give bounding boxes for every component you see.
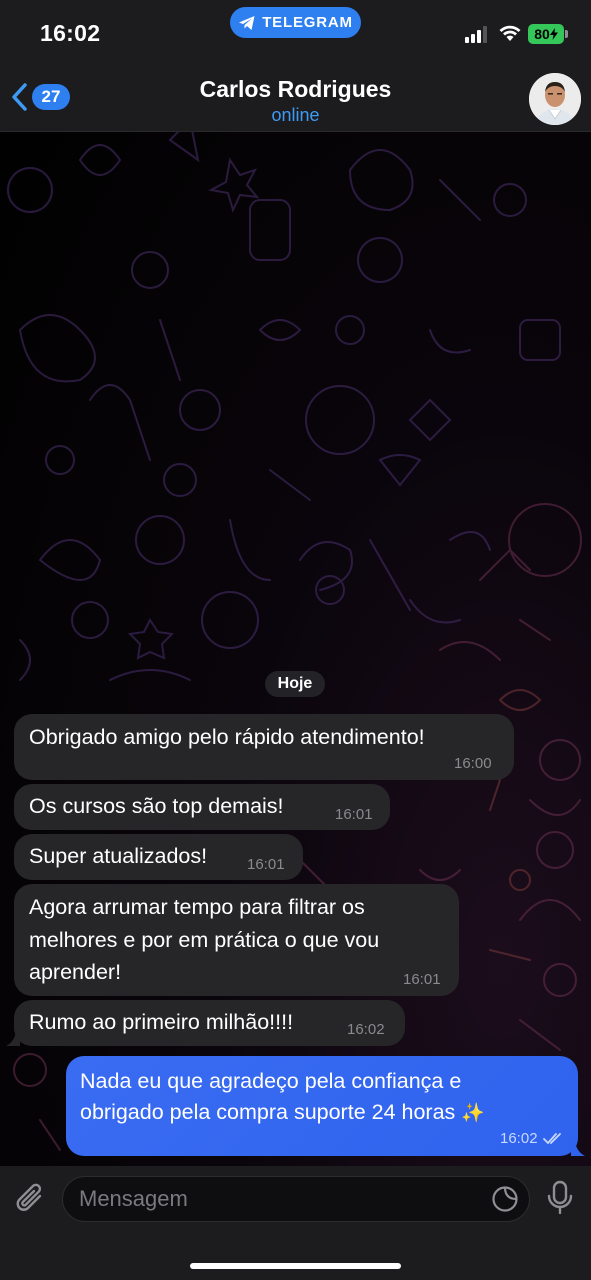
message-text-line: aprender! bbox=[29, 960, 122, 984]
paperclip-icon[interactable] bbox=[14, 1182, 48, 1218]
message-text: obrigado pela compra suporte 24 horas bbox=[80, 1100, 456, 1124]
battery-cap bbox=[565, 30, 568, 38]
bubble-tail bbox=[571, 1142, 585, 1156]
message-bubble-incoming[interactable]: Agora arrumar tempo para filtrar os melh… bbox=[14, 884, 459, 996]
message-text: Obrigado amigo pelo rápido atendimento! bbox=[29, 725, 425, 749]
message-bubble-incoming[interactable]: Super atualizados! 16:01 bbox=[14, 834, 303, 880]
message-bubble-incoming[interactable]: Os cursos são top demais! 16:01 bbox=[14, 784, 390, 830]
message-text: Rumo ao primeiro milhão!!!! bbox=[29, 1010, 294, 1034]
double-check-icon bbox=[543, 1133, 561, 1145]
bubble-tail bbox=[6, 1032, 20, 1046]
composer-bar bbox=[0, 1166, 591, 1280]
message-time: 16:01 bbox=[247, 856, 285, 873]
message-text: Super atualizados! bbox=[29, 844, 208, 868]
charging-bolt-icon bbox=[549, 28, 558, 40]
message-text-line: Nada eu que agradeço pela confiança e bbox=[80, 1069, 462, 1093]
message-time: 16:01 bbox=[403, 971, 441, 988]
message-text-line: obrigado pela compra suporte 24 horas ✨ bbox=[80, 1096, 485, 1130]
message-text-line: melhores e por em prática o que vou bbox=[29, 928, 380, 952]
clock: 16:02 bbox=[40, 20, 101, 46]
message-text-line: Agora arrumar tempo para filtrar os bbox=[29, 895, 365, 919]
chat-header: 27 Carlos Rodrigues online bbox=[0, 64, 591, 132]
message-input[interactable] bbox=[79, 1177, 479, 1221]
cellular-signal-icon bbox=[465, 26, 487, 43]
telegram-pill[interactable]: TELEGRAM bbox=[230, 7, 361, 38]
date-separator: Hoje bbox=[265, 671, 325, 697]
message-field[interactable] bbox=[62, 1176, 530, 1222]
message-time: 16:00 bbox=[454, 755, 492, 772]
sparkles-emoji: ✨ bbox=[461, 1103, 485, 1124]
message-bubble-incoming[interactable]: Rumo ao primeiro milhão!!!! 16:02 bbox=[14, 1000, 405, 1046]
message-text: Os cursos são top demais! bbox=[29, 794, 284, 818]
message-time: 16:02 bbox=[500, 1130, 538, 1147]
message-bubble-incoming[interactable]: Obrigado amigo pelo rápido atendimento! … bbox=[14, 714, 514, 780]
sticker-icon[interactable] bbox=[491, 1185, 519, 1213]
avatar-photo bbox=[529, 73, 581, 125]
avatar[interactable] bbox=[529, 73, 581, 125]
message-time: 16:01 bbox=[335, 806, 373, 823]
microphone-icon[interactable] bbox=[546, 1180, 574, 1216]
message-time: 16:02 bbox=[347, 1021, 385, 1038]
contact-status: online bbox=[271, 105, 320, 125]
battery-indicator: 80 bbox=[528, 24, 564, 44]
wifi-icon bbox=[499, 25, 521, 41]
telegram-icon bbox=[239, 15, 255, 30]
status-bar: 16:02 TELEGRAM 80 bbox=[0, 0, 591, 64]
battery-level: 80 bbox=[534, 26, 550, 42]
message-bubble-outgoing[interactable]: Nada eu que agradeço pela confiança e ob… bbox=[66, 1056, 578, 1156]
contact-name[interactable]: Carlos Rodrigues bbox=[0, 76, 591, 103]
telegram-pill-label: TELEGRAM bbox=[262, 14, 353, 31]
home-indicator[interactable] bbox=[190, 1263, 401, 1269]
